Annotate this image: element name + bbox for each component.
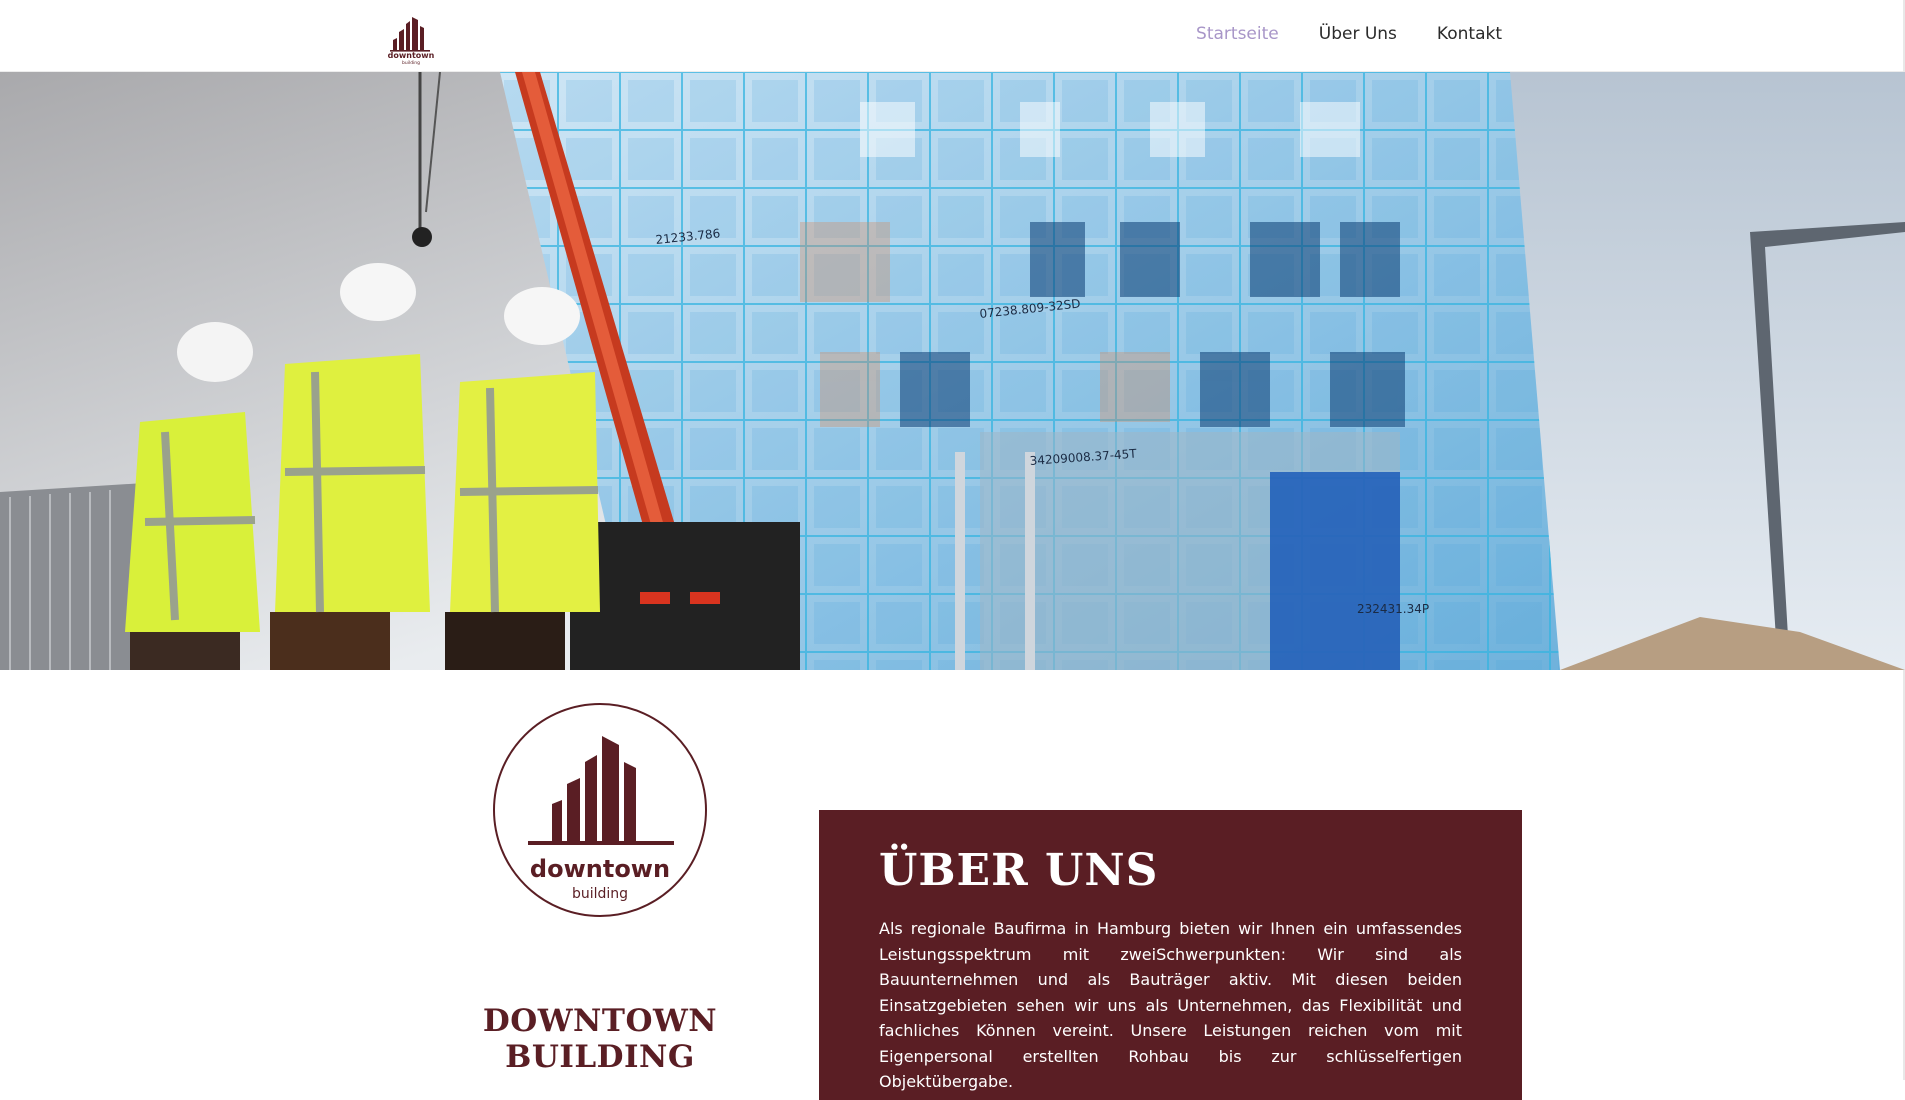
about-title: ÜBER UNS xyxy=(879,845,1159,896)
main-nav: Startseite Über Uns Kontakt xyxy=(1196,24,1502,44)
header-logo-sub: building xyxy=(402,60,420,66)
brand-logo-word: downtown xyxy=(530,855,670,883)
brand-logo-sub: building xyxy=(572,886,628,902)
about-section: ÜBER UNS Als regionale Baufirma in Hambu… xyxy=(819,810,1522,1100)
company-name: DOWNTOWN BUILDING xyxy=(440,1003,760,1075)
nav-link-kontakt[interactable]: Kontakt xyxy=(1437,24,1502,44)
header-logo-word: downtown xyxy=(388,51,435,60)
brand-logo: downtown building xyxy=(490,700,710,920)
site-header: downtown building Startseite Über Uns Ko… xyxy=(0,0,1905,72)
hero-image: 21233.786 07238.809-32SD 34209008.37-45T… xyxy=(0,72,1905,670)
company-name-line1: DOWNTOWN xyxy=(482,1003,718,1039)
about-text: Als regionale Baufirma in Hamburg bieten… xyxy=(879,919,1462,1091)
company-name-line2: BUILDING xyxy=(505,1039,695,1075)
hero-label-4: 232431.34P xyxy=(1357,602,1429,616)
header-logo[interactable]: downtown building xyxy=(385,8,437,66)
nav-link-startseite[interactable]: Startseite xyxy=(1196,24,1279,44)
nav-link-ueber-uns[interactable]: Über Uns xyxy=(1319,24,1397,44)
